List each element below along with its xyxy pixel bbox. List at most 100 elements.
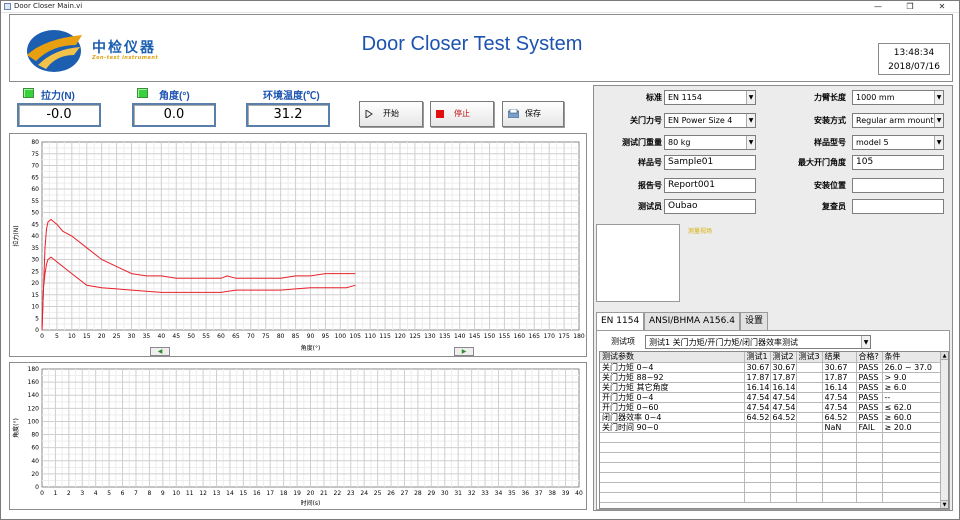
test-item-value: 测试1 关门力矩/开门力矩/闭门器效率测试 [649, 338, 799, 347]
table-cell [770, 482, 797, 493]
close-button[interactable]: ✕ [931, 1, 953, 12]
table-row[interactable]: 关门力矩 其它角度 16.14 16.14 16.14 PASS ≥ 6.0 [600, 382, 941, 393]
table-cell [856, 452, 883, 463]
x-tick-label: 18 [280, 490, 288, 497]
table-cell: 关门时间 90~0 [600, 422, 745, 433]
form-left-select-2[interactable]: 80 kg ▼ [664, 135, 756, 150]
play-icon [365, 110, 373, 118]
table-row[interactable]: 关门力矩 0~4 30.67 30.67 30.67 PASS 26.0 ~ 37.0 [600, 362, 941, 373]
table-cell [882, 452, 941, 463]
table-row-empty[interactable] [600, 462, 941, 473]
form-right-select-2[interactable]: model 5 ▼ [852, 135, 944, 150]
table-cell [770, 452, 797, 463]
x-tick-label: 120 [394, 333, 406, 340]
table-row-empty[interactable] [600, 452, 941, 463]
start-button[interactable]: 开始 [359, 101, 423, 127]
table-row-empty[interactable] [600, 482, 941, 493]
pan-left-button[interactable]: ◀ [150, 347, 170, 356]
table-row[interactable]: 关门力矩 88~92 17.87 17.87 17.87 PASS > 9.0 [600, 372, 941, 383]
table-row[interactable]: 关门时间 90~0 NaN FAIL ≥ 20.0 [600, 422, 941, 433]
form-right-select-0[interactable]: 1000 mm ▼ [852, 90, 944, 105]
table-row[interactable]: 开门力矩 0~60 47.54 47.54 47.54 PASS ≤ 62.0 [600, 402, 941, 413]
table-cell: 47.54 [744, 392, 771, 403]
stop-button[interactable]: 停止 [430, 101, 494, 127]
y-tick-label: 5 [35, 315, 39, 322]
x-tick-label: 65 [232, 333, 240, 340]
x-tick-label: 32 [468, 490, 476, 497]
table-cell [796, 372, 823, 383]
x-tick-label: 10 [172, 490, 180, 497]
form-left-input-3[interactable]: Sample01 [664, 155, 756, 170]
table-cell: 47.54 [744, 402, 771, 413]
scroll-up-icon[interactable]: ▲ [941, 352, 948, 360]
x-tick-label: 155 [499, 333, 511, 340]
table-row-empty[interactable] [600, 432, 941, 443]
table-row[interactable]: 开门力矩 0~4 47.54 47.54 47.54 PASS -- [600, 392, 941, 403]
tab-en1154[interactable]: EN 1154 [596, 312, 645, 331]
form-right-select-1[interactable]: Regular arm mounted ▼ [852, 113, 944, 128]
form-left-select-0[interactable]: EN 1154 ▼ [664, 90, 756, 105]
x-axis-label: 时间(s) [301, 499, 321, 507]
x-tick-label: 29 [428, 490, 436, 497]
x-tick-label: 150 [484, 333, 496, 340]
column-header: 测试1 [744, 352, 771, 363]
save-button-label: 保存 [525, 109, 541, 118]
form-right-input-5[interactable] [852, 199, 944, 214]
tab-settings[interactable]: 设置 [740, 312, 769, 330]
table-cell [770, 472, 797, 483]
pan-right-button[interactable]: ▶ [454, 347, 474, 356]
y-tick-label: 45 [31, 221, 39, 228]
table-header-row: 测试参数 测试1 测试2 测试3 结果 合格? 条件 [600, 352, 941, 363]
angle-time-chart: 0 1 2 3 4 5 6 7 8 9 10 11 12 13 14 15 16 17 18 19 20 21 22 23 24… [9, 362, 587, 510]
table-cell [744, 482, 771, 493]
table-cell: 30.67 [770, 362, 797, 373]
window-title: Door Closer Main.vi [14, 2, 83, 10]
table-cell [770, 422, 797, 433]
x-tick-label: 85 [292, 333, 300, 340]
form-left-label-1: 关门力号 [630, 116, 662, 125]
app-icon [4, 3, 11, 10]
table-cell: ≥ 20.0 [882, 422, 941, 433]
results-scrollbar[interactable]: ▲ ▼ [940, 352, 948, 508]
table-row-empty[interactable] [600, 492, 941, 503]
table-cell [600, 442, 745, 453]
x-tick-label: 24 [360, 490, 368, 497]
table-cell [796, 452, 823, 463]
form-left-input-4[interactable]: Report001 [664, 178, 756, 193]
chevron-down-icon: ▼ [746, 91, 755, 104]
x-tick-label: 11 [186, 490, 194, 497]
y-tick-label: 0 [35, 327, 39, 334]
x-tick-label: 2 [67, 490, 71, 497]
form-left-value-2: 80 kg [668, 138, 691, 147]
x-tick-label: 16 [253, 490, 261, 497]
clock-display: 13:48:34 2018/07/16 [878, 43, 950, 75]
y-tick-label: 60 [31, 445, 39, 452]
table-cell: NaN [822, 422, 857, 433]
form-right-input-4[interactable] [852, 178, 944, 193]
form-left-input-5[interactable]: Oubao [664, 199, 756, 214]
x-tick-label: 6 [121, 490, 125, 497]
table-cell: 30.67 [744, 362, 771, 373]
tab-ansi-bhma[interactable]: ANSI/BHMA A156.4 [644, 312, 740, 330]
form-left-select-1[interactable]: EN Power Size 4 ▼ [664, 113, 756, 128]
table-row-empty[interactable] [600, 472, 941, 483]
test-item-select[interactable]: 测试1 关门力矩/开门力矩/闭门器效率测试 ▼ [645, 335, 871, 349]
restore-button[interactable]: ❐ [899, 1, 921, 12]
table-cell [744, 452, 771, 463]
force-label: 拉力(N) [41, 91, 75, 102]
x-tick-label: 105 [350, 333, 362, 340]
camera-view-label: 测量视场 [688, 228, 713, 235]
table-cell [856, 442, 883, 453]
scroll-down-icon[interactable]: ▼ [941, 500, 948, 508]
form-right-input-3[interactable]: 105 [852, 155, 944, 170]
table-row[interactable]: 闭门器效率 0~4 64.52 64.52 64.52 PASS ≥ 60.0 [600, 412, 941, 423]
table-cell [796, 462, 823, 473]
save-button[interactable]: 保存 [502, 101, 564, 127]
x-tick-label: 8 [147, 490, 151, 497]
temperature-value-display: 31.2 [246, 103, 330, 127]
x-tick-label: 55 [202, 333, 210, 340]
form-right-value-2: model 5 [856, 138, 889, 147]
minimize-button[interactable]: — [867, 1, 889, 12]
table-row-empty[interactable] [600, 442, 941, 453]
tab-content: 测试项 测试1 关门力矩/开门力矩/闭门器效率测试 ▼ 测试参数 测试1 测试2 测试… [596, 330, 950, 510]
